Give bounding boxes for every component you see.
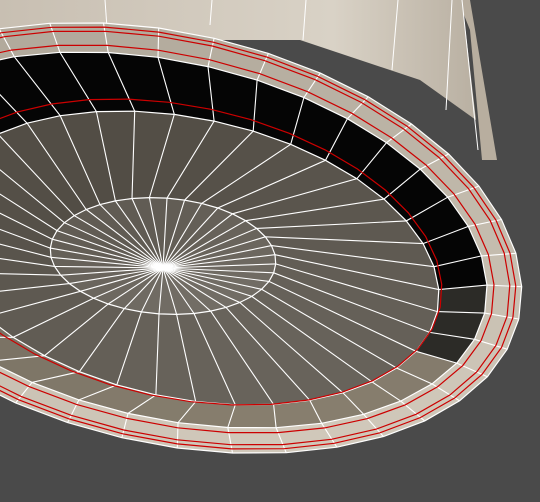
scene-canvas[interactable]	[0, 0, 540, 502]
rim-face	[481, 253, 522, 287]
3d-viewport[interactable]	[0, 0, 540, 502]
inner-wall-face	[227, 404, 277, 428]
